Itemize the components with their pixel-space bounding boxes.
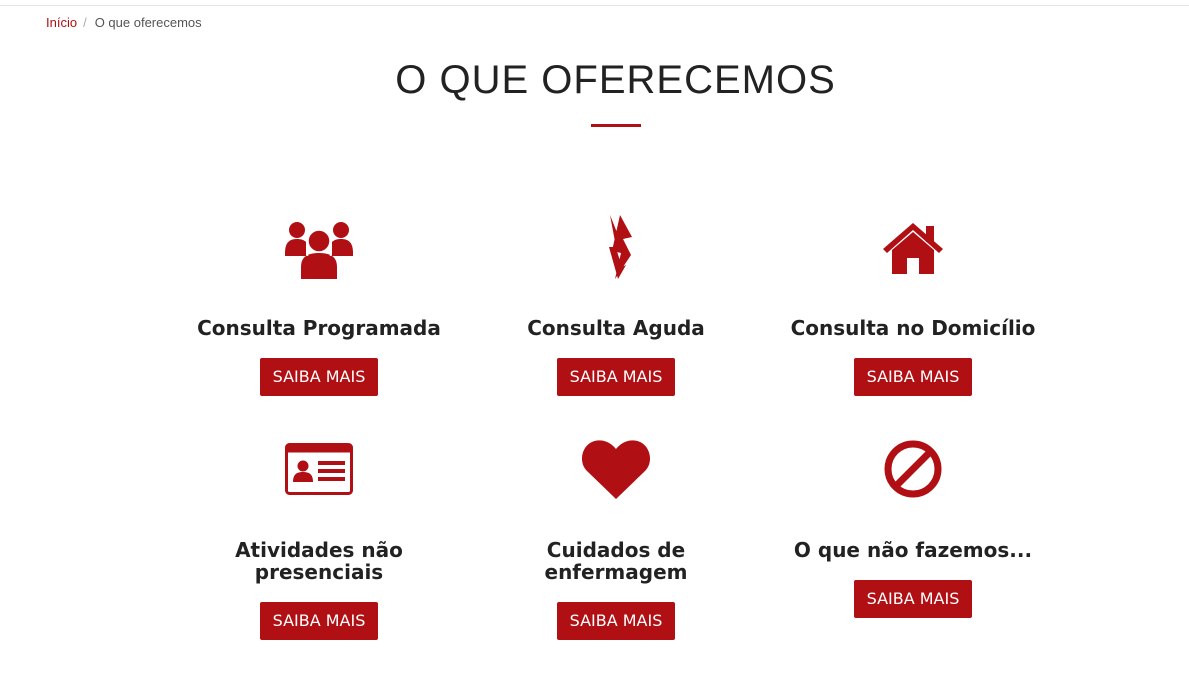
service-title: Atividades não presenciais bbox=[235, 538, 403, 584]
saiba-mais-button[interactable]: SAIBA MAIS bbox=[556, 602, 676, 640]
service-title: Consulta no Domicílio bbox=[790, 316, 1036, 340]
saiba-mais-button[interactable]: SAIBA MAIS bbox=[259, 358, 379, 396]
service-title: Consulta Aguda bbox=[527, 316, 705, 340]
service-title: Consulta Programada bbox=[197, 316, 441, 340]
breadcrumb-separator: / bbox=[83, 15, 87, 30]
service-card-cuidados-enfermagem: Cuidados de enfermagem SAIBA MAIS bbox=[476, 429, 756, 640]
heart-icon bbox=[576, 429, 656, 509]
breadcrumb-current: O que oferecemos bbox=[94, 15, 202, 30]
page-title: O QUE OFERECEMOS bbox=[395, 58, 836, 102]
service-card-consulta-domicilio: Consulta no Domicílio SAIBA MAIS bbox=[773, 207, 1053, 396]
home-icon bbox=[873, 207, 953, 287]
service-card-consulta-aguda: Consulta Aguda SAIBA MAIS bbox=[476, 207, 756, 396]
service-title: O que não fazemos... bbox=[793, 538, 1033, 562]
id-card-icon bbox=[279, 429, 359, 509]
saiba-mais-button[interactable]: SAIBA MAIS bbox=[853, 358, 973, 396]
service-card-consulta-programada: Consulta Programada SAIBA MAIS bbox=[179, 207, 459, 396]
service-card-o-que-nao-fazemos: O que não fazemos... SAIBA MAIS bbox=[773, 429, 1053, 618]
bolt-icon bbox=[576, 207, 656, 287]
saiba-mais-button[interactable]: SAIBA MAIS bbox=[853, 580, 973, 618]
top-divider bbox=[0, 5, 1189, 6]
saiba-mais-button[interactable]: SAIBA MAIS bbox=[259, 602, 379, 640]
breadcrumb-home-link[interactable]: Início bbox=[46, 15, 77, 30]
users-icon bbox=[279, 207, 359, 287]
service-title: Cuidados de enfermagem bbox=[544, 538, 688, 584]
breadcrumb: Início / O que oferecemos bbox=[46, 15, 202, 30]
saiba-mais-button[interactable]: SAIBA MAIS bbox=[556, 358, 676, 396]
title-underline bbox=[591, 124, 641, 127]
service-card-atividades-nao-presenciais: Atividades não presenciais SAIBA MAIS bbox=[179, 429, 459, 640]
ban-icon bbox=[873, 429, 953, 509]
